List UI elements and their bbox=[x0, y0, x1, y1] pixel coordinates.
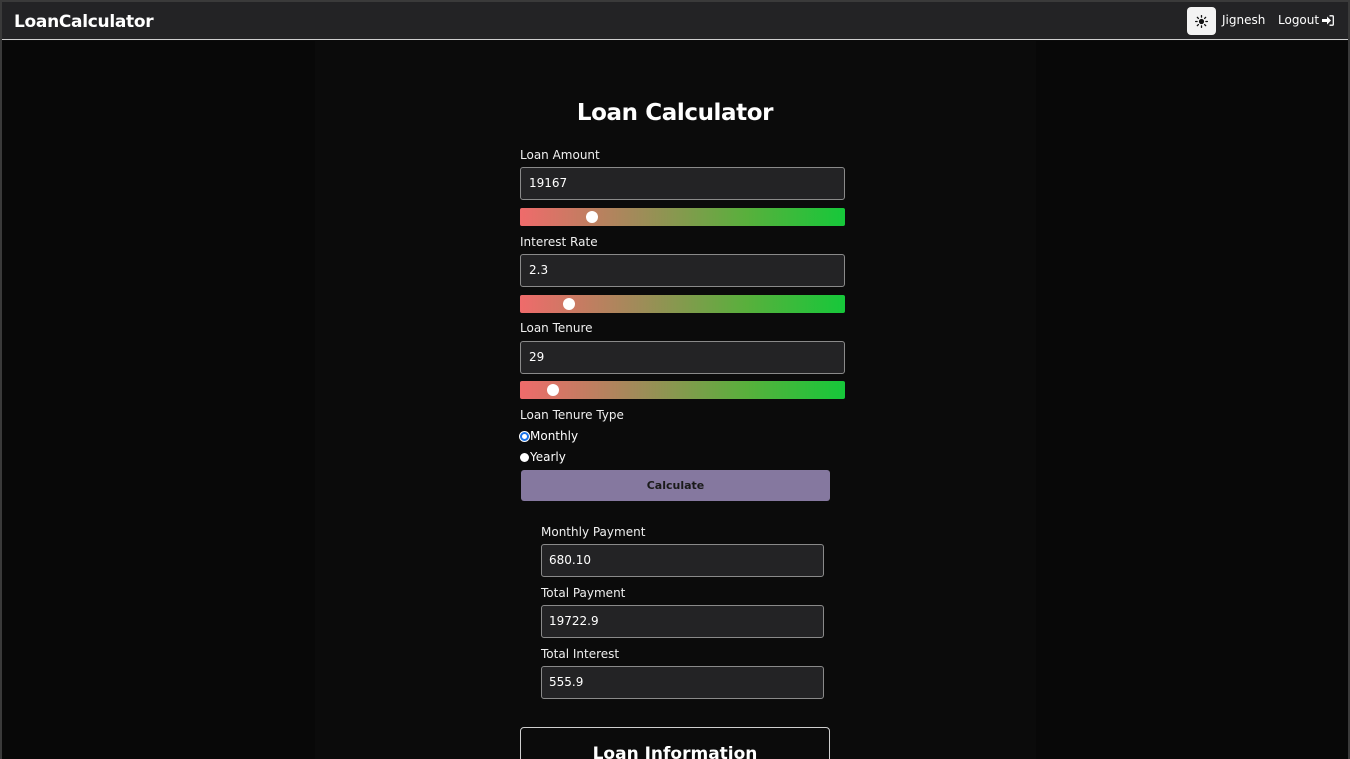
loan-tenure-slider[interactable] bbox=[520, 381, 845, 399]
loan-information-title: Loan Information bbox=[592, 744, 758, 759]
loan-amount-slider-thumb[interactable] bbox=[585, 211, 598, 223]
radio-monthly-label: Monthly bbox=[530, 429, 579, 443]
monthly-payment-field[interactable]: 680.10 bbox=[541, 544, 824, 577]
navbar: LoanCalculator Jignesh Logout bbox=[2, 2, 1348, 40]
sign-out-icon bbox=[1322, 14, 1335, 26]
loan-amount-slider[interactable] bbox=[520, 208, 845, 226]
logout-label: Logout bbox=[1278, 13, 1320, 27]
loan-tenure-slider-thumb[interactable] bbox=[546, 384, 559, 396]
theme-toggle-button[interactable] bbox=[1187, 7, 1216, 35]
monthly-payment-label: Monthly Payment bbox=[541, 525, 646, 539]
total-payment-field[interactable]: 19722.9 bbox=[541, 605, 824, 638]
loan-amount-input[interactable]: 19167 bbox=[520, 167, 845, 200]
radio-monthly[interactable]: Monthly bbox=[520, 429, 578, 443]
tenure-type-label: Loan Tenure Type bbox=[520, 408, 624, 422]
calculate-button[interactable]: Calculate bbox=[521, 470, 830, 501]
total-interest-label: Total Interest bbox=[541, 647, 620, 661]
radio-yearly[interactable]: Yearly bbox=[520, 450, 566, 464]
interest-rate-slider-thumb[interactable] bbox=[562, 298, 575, 310]
loan-tenure-input[interactable]: 29 bbox=[520, 341, 845, 374]
loan-tenure-label: Loan Tenure bbox=[520, 321, 593, 335]
brand-logo[interactable]: LoanCalculator bbox=[14, 12, 154, 32]
interest-rate-slider[interactable] bbox=[520, 295, 845, 313]
sun-icon bbox=[1195, 14, 1208, 28]
nav-user-link[interactable]: Jignesh bbox=[1222, 13, 1265, 27]
interest-rate-label: Interest Rate bbox=[520, 235, 598, 249]
radio-yearly-label: Yearly bbox=[530, 450, 566, 464]
loan-information-card: Loan Information bbox=[520, 727, 830, 759]
loan-amount-label: Loan Amount bbox=[520, 148, 600, 162]
radio-monthly-button[interactable] bbox=[520, 431, 529, 441]
right-gutter bbox=[1036, 41, 1348, 759]
interest-rate-input[interactable]: 2.3 bbox=[520, 254, 845, 287]
radio-yearly-button[interactable] bbox=[520, 452, 529, 462]
total-interest-field[interactable]: 555.9 bbox=[541, 666, 824, 699]
left-gutter bbox=[2, 41, 315, 759]
total-payment-label: Total Payment bbox=[541, 586, 626, 600]
logout-link[interactable]: Logout bbox=[1278, 13, 1335, 27]
page-title: Loan Calculator bbox=[576, 100, 774, 126]
